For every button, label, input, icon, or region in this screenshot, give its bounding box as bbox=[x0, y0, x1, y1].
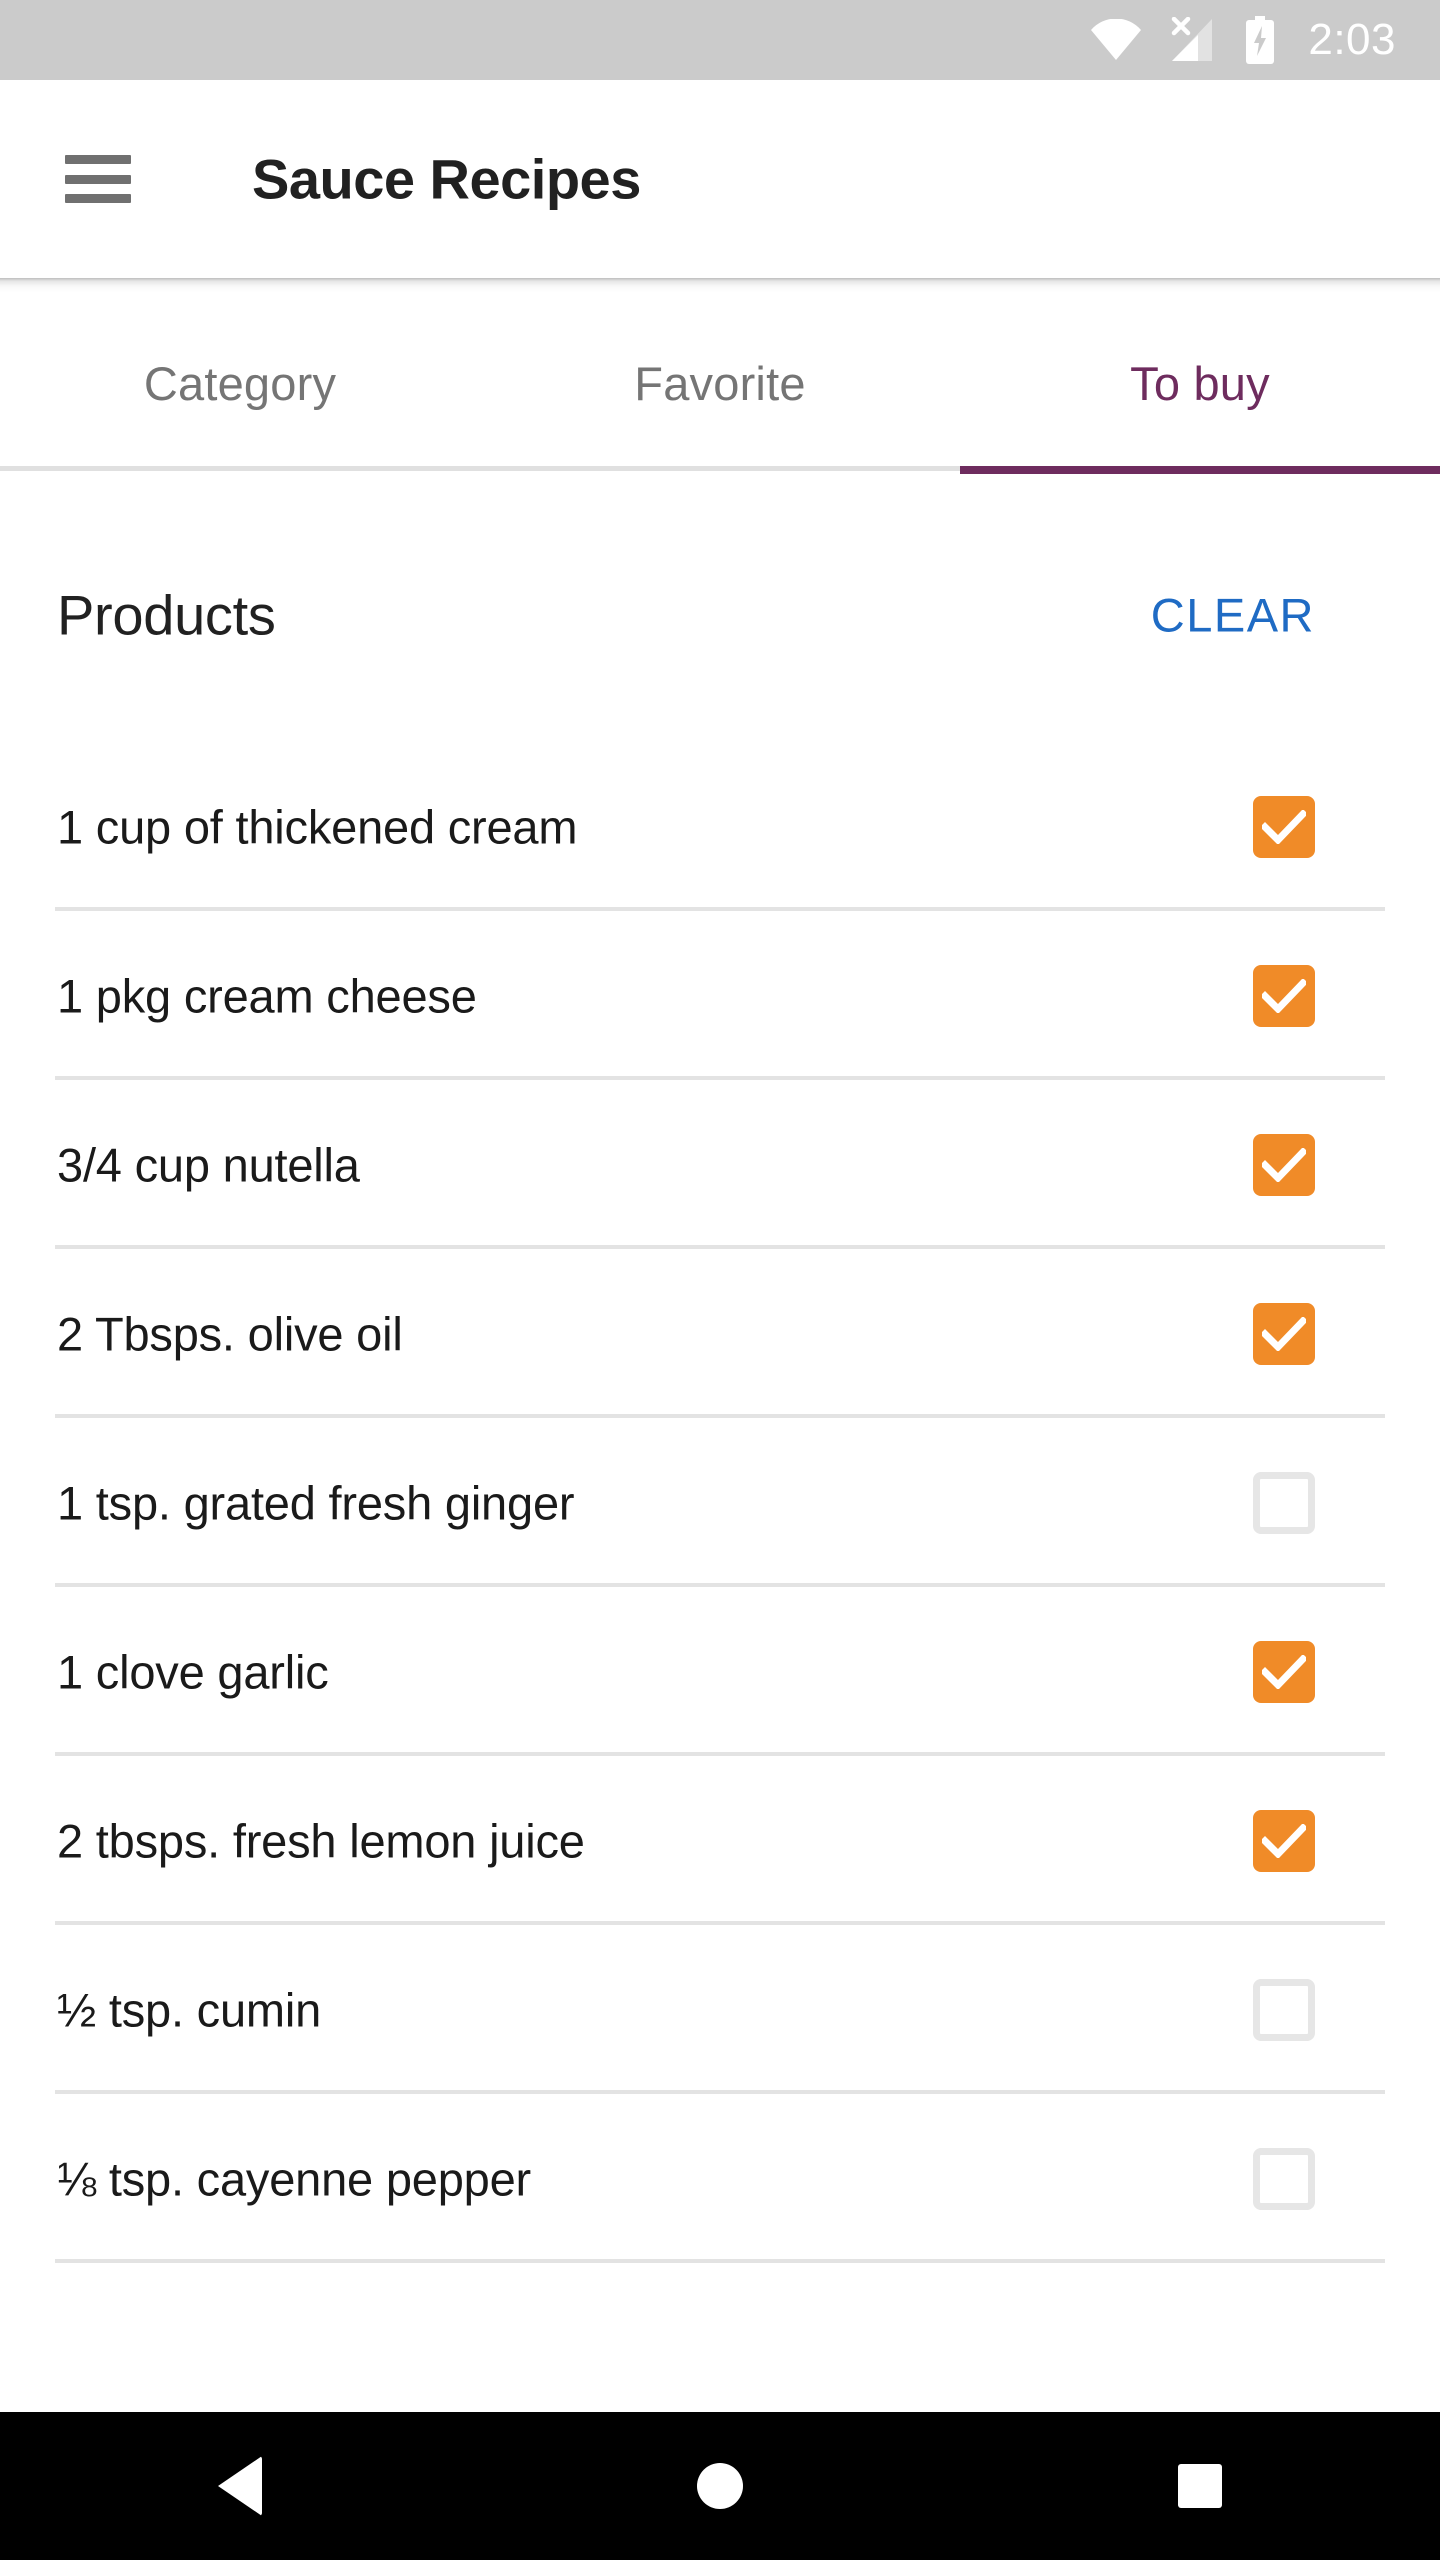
product-label: ⅛ tsp. cayenne pepper bbox=[57, 2152, 531, 2205]
check-icon bbox=[1262, 978, 1306, 1013]
product-label: 1 cup of thickened cream bbox=[57, 800, 578, 853]
checkbox-checked[interactable] bbox=[1253, 1302, 1315, 1365]
checkbox-checked[interactable] bbox=[1253, 964, 1315, 1027]
product-list: 1 cup of thickened cream 1 pkg cream chee… bbox=[0, 742, 1440, 2263]
products-section-header: Products CLEAR bbox=[0, 540, 1440, 690]
product-label: 1 tsp. grated fresh ginger bbox=[57, 1476, 575, 1529]
product-row[interactable]: 1 clove garlic bbox=[0, 1587, 1440, 1756]
hamburger-bar-middle bbox=[65, 174, 131, 184]
checkbox-unchecked[interactable] bbox=[1253, 2147, 1315, 2210]
product-row[interactable]: 3/4 cup nutella bbox=[0, 1080, 1440, 1249]
tab-active-indicator bbox=[960, 466, 1440, 474]
row-divider bbox=[55, 2259, 1385, 2263]
check-icon bbox=[1262, 1316, 1306, 1351]
app-screen: 2:03 Sauce Recipes Category Favorite To … bbox=[0, 0, 1440, 2560]
hamburger-bar-bottom bbox=[65, 194, 131, 203]
clear-button[interactable]: CLEAR bbox=[1151, 588, 1315, 643]
hamburger-menu-icon[interactable] bbox=[65, 155, 131, 203]
product-label: 1 clove garlic bbox=[57, 1645, 329, 1698]
product-label: 3/4 cup nutella bbox=[57, 1138, 360, 1191]
tab-favorite-label: Favorite bbox=[634, 356, 806, 410]
product-label: 2 Tbsps. olive oil bbox=[57, 1307, 403, 1360]
wifi-icon bbox=[1091, 19, 1142, 60]
battery-charging-icon bbox=[1246, 16, 1275, 64]
tab-bar-divider bbox=[0, 466, 960, 471]
product-label: ½ tsp. cumin bbox=[57, 1983, 322, 2036]
tab-to-buy-label: To buy bbox=[1130, 356, 1270, 410]
check-icon bbox=[1262, 1654, 1306, 1689]
home-circle-icon bbox=[697, 2463, 743, 2509]
tab-category-label: Category bbox=[143, 356, 337, 410]
app-bar: Sauce Recipes bbox=[0, 80, 1440, 278]
product-row[interactable]: ⅛ tsp. cayenne pepper bbox=[0, 2094, 1440, 2263]
checkbox-checked[interactable] bbox=[1253, 1640, 1315, 1703]
checkbox-unchecked[interactable] bbox=[1253, 1471, 1315, 1534]
back-button[interactable] bbox=[140, 2412, 340, 2560]
tab-category[interactable]: Category bbox=[0, 292, 480, 474]
checkbox-unchecked[interactable] bbox=[1253, 1978, 1315, 2041]
check-icon bbox=[1262, 809, 1306, 844]
tab-favorite[interactable]: Favorite bbox=[480, 292, 960, 474]
hamburger-bar-top bbox=[65, 155, 131, 164]
product-label: 1 pkg cream cheese bbox=[57, 969, 477, 1022]
product-row[interactable]: ½ tsp. cumin bbox=[0, 1925, 1440, 2094]
product-row[interactable]: 1 cup of thickened cream bbox=[0, 742, 1440, 911]
check-icon bbox=[1262, 1823, 1306, 1858]
product-row[interactable]: 2 tbsps. fresh lemon juice bbox=[0, 1756, 1440, 1925]
status-bar: 2:03 bbox=[0, 0, 1440, 80]
back-triangle-icon bbox=[218, 2456, 262, 2516]
tab-bar: Category Favorite To buy bbox=[0, 292, 1440, 474]
product-row[interactable]: 1 pkg cream cheese bbox=[0, 911, 1440, 1080]
home-button[interactable] bbox=[620, 2412, 820, 2560]
product-label: 2 tbsps. fresh lemon juice bbox=[57, 1814, 585, 1867]
recents-button[interactable] bbox=[1100, 2412, 1300, 2560]
app-bar-shadow bbox=[0, 278, 1440, 292]
products-heading: Products bbox=[57, 583, 276, 647]
recents-square-icon bbox=[1178, 2464, 1222, 2508]
product-row[interactable]: 1 tsp. grated fresh ginger bbox=[0, 1418, 1440, 1587]
navigation-bar bbox=[0, 2412, 1440, 2560]
checkbox-checked[interactable] bbox=[1253, 1809, 1315, 1872]
tab-to-buy[interactable]: To buy bbox=[960, 292, 1440, 474]
status-bar-time: 2:03 bbox=[1308, 15, 1396, 64]
checkbox-checked[interactable] bbox=[1253, 1133, 1315, 1196]
product-row[interactable]: 2 Tbsps. olive oil bbox=[0, 1249, 1440, 1418]
check-icon bbox=[1262, 1147, 1306, 1182]
checkbox-checked[interactable] bbox=[1253, 795, 1315, 858]
cellular-no-sim-icon bbox=[1172, 17, 1213, 61]
page-title: Sauce Recipes bbox=[252, 147, 641, 211]
